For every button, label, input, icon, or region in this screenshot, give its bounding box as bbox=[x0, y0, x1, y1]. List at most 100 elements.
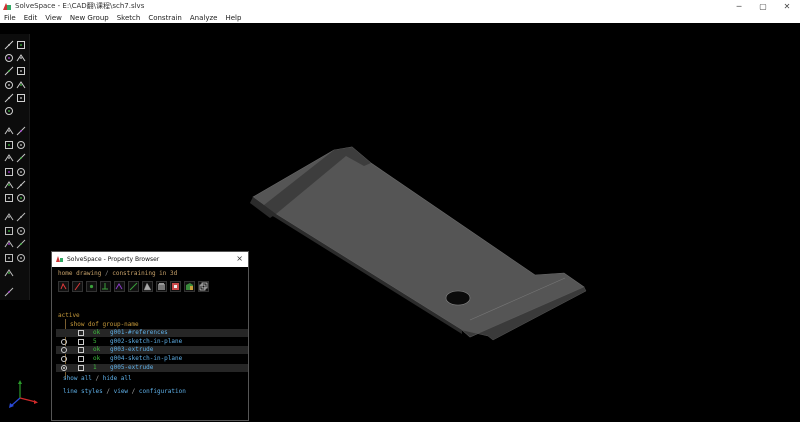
menu-file[interactable]: File bbox=[0, 14, 20, 22]
same-orientation-icon[interactable] bbox=[16, 180, 26, 190]
toggle-mesh-icon[interactable] bbox=[170, 281, 181, 292]
group-name-link[interactable]: g004-sketch-in-plane bbox=[110, 355, 182, 362]
property-browser-close-button[interactable]: × bbox=[236, 254, 243, 263]
toggle-normals-icon[interactable] bbox=[100, 281, 111, 292]
extrude-icon[interactable] bbox=[4, 212, 14, 222]
close-window-button[interactable]: ✕ bbox=[778, 0, 796, 12]
group-columns-header: show dof group-name bbox=[70, 321, 139, 328]
rectangle-icon[interactable] bbox=[16, 40, 26, 50]
group-row[interactable]: ok g003-extrude bbox=[56, 346, 248, 354]
group-dof: 5 bbox=[93, 338, 97, 345]
link-separator: / bbox=[102, 388, 114, 395]
active-group-radio[interactable] bbox=[61, 347, 67, 353]
active-group-radio[interactable] bbox=[61, 365, 67, 371]
group-name-link[interactable]: g002-sketch-in-plane bbox=[110, 338, 182, 345]
group-visibility-checkbox[interactable] bbox=[78, 347, 84, 353]
angle-icon[interactable] bbox=[16, 126, 26, 136]
menu-constrain[interactable]: Constrain bbox=[144, 14, 186, 22]
active-group-radio[interactable] bbox=[61, 356, 67, 362]
image-icon[interactable] bbox=[16, 66, 26, 76]
lathe-icon[interactable] bbox=[16, 212, 26, 222]
sketch-toolbar bbox=[0, 34, 30, 300]
group-visibility-checkbox[interactable] bbox=[78, 365, 84, 371]
property-browser-window: SolveSpace - Property Browser × home dra… bbox=[51, 251, 249, 421]
step-icon[interactable] bbox=[16, 239, 26, 249]
symmetric-icon[interactable] bbox=[16, 167, 26, 177]
group-visibility-checkbox[interactable] bbox=[78, 330, 84, 336]
toggle-constraints-icon[interactable] bbox=[58, 281, 69, 292]
toggle-faces-icon[interactable] bbox=[142, 281, 153, 292]
tangent-arc-icon[interactable] bbox=[4, 80, 14, 90]
group-dof: ok bbox=[93, 346, 101, 353]
settings-links: line styles / view / configuration bbox=[63, 388, 186, 395]
menu-sketch[interactable]: Sketch bbox=[113, 14, 145, 22]
group-row[interactable]: 5 g002-sketch-in-plane bbox=[56, 338, 248, 346]
toggle-edges-icon[interactable] bbox=[128, 281, 139, 292]
minimize-button[interactable]: ─ bbox=[730, 0, 748, 12]
helix-icon[interactable] bbox=[16, 226, 26, 236]
nav-row: home drawing / constraining in 3d bbox=[58, 270, 177, 277]
point-icon[interactable] bbox=[4, 93, 14, 103]
group-visibility-toolbar bbox=[58, 281, 220, 293]
active-group-radio[interactable] bbox=[61, 339, 67, 345]
group-name-link[interactable]: g001-#references bbox=[110, 329, 168, 336]
new-sketch-icon[interactable] bbox=[4, 287, 14, 297]
group-name-link[interactable]: g003-extrude bbox=[110, 346, 153, 353]
constraining-link[interactable]: constraining in 3d bbox=[112, 270, 177, 277]
hide-all-link[interactable]: hide all bbox=[103, 375, 132, 382]
circle-icon[interactable] bbox=[4, 53, 14, 63]
drawing-link[interactable]: drawing bbox=[76, 270, 101, 277]
equal-icon[interactable] bbox=[4, 180, 14, 190]
group-visibility-checkbox[interactable] bbox=[78, 356, 84, 362]
other-supplement-icon[interactable] bbox=[4, 193, 14, 203]
line-styles-link[interactable]: line styles bbox=[63, 388, 103, 395]
nearest-iso-icon[interactable] bbox=[16, 253, 26, 263]
toggle-outlines-icon[interactable] bbox=[184, 281, 195, 292]
toggle-shaded-icon[interactable] bbox=[156, 281, 167, 292]
maximize-button[interactable]: ▢ bbox=[754, 0, 772, 12]
link-separator: / bbox=[128, 388, 139, 395]
menu-analyze[interactable]: Analyze bbox=[186, 14, 222, 22]
link-icon[interactable] bbox=[4, 239, 14, 249]
toggle-hidden-lines-icon[interactable] bbox=[198, 281, 209, 292]
split-icon[interactable] bbox=[4, 106, 14, 116]
solvespace-app-icon bbox=[2, 2, 12, 11]
toggle-points-icon[interactable] bbox=[86, 281, 97, 292]
group-row[interactable]: ok g004-sketch-in-plane bbox=[56, 355, 248, 363]
show-all-link[interactable]: show all bbox=[63, 375, 92, 382]
parallel-icon[interactable] bbox=[4, 153, 14, 163]
menu-view[interactable]: View bbox=[41, 14, 66, 22]
vertical-icon[interactable] bbox=[16, 140, 26, 150]
configuration-link[interactable]: configuration bbox=[139, 388, 186, 395]
axis-gizmo bbox=[9, 380, 38, 408]
point-on-line-icon[interactable] bbox=[4, 167, 14, 177]
perpendicular-icon[interactable] bbox=[16, 153, 26, 163]
toggle-construction-icon[interactable] bbox=[114, 281, 125, 292]
reference-icon[interactable] bbox=[16, 193, 26, 203]
arc-icon[interactable] bbox=[16, 53, 26, 63]
menu-edit[interactable]: Edit bbox=[20, 14, 42, 22]
revolve-icon[interactable] bbox=[4, 226, 14, 236]
toggle-workplanes-icon[interactable] bbox=[72, 281, 83, 292]
group-row[interactable]: ok g001-#references bbox=[56, 329, 248, 337]
menu-bar: File Edit View New Group Sketch Constrai… bbox=[0, 12, 800, 23]
spline-icon[interactable] bbox=[16, 80, 26, 90]
show-hide-links: show all / hide all bbox=[63, 375, 132, 382]
nearest-ortho-icon[interactable] bbox=[4, 253, 14, 263]
property-browser-title-bar: SolveSpace - Property Browser × bbox=[52, 252, 248, 267]
nav-separator: / bbox=[101, 270, 113, 277]
workplane-icon[interactable] bbox=[16, 93, 26, 103]
group-dof: ok bbox=[93, 355, 101, 362]
group-visibility-checkbox[interactable] bbox=[78, 339, 84, 345]
zoom-fit-icon[interactable] bbox=[4, 268, 14, 278]
menu-help[interactable]: Help bbox=[221, 14, 245, 22]
view-link[interactable]: view bbox=[114, 388, 128, 395]
group-name-link[interactable]: g005-extrude bbox=[110, 364, 153, 371]
text-icon[interactable] bbox=[4, 66, 14, 76]
home-link[interactable]: home bbox=[58, 270, 72, 277]
horizontal-icon[interactable] bbox=[4, 140, 14, 150]
group-row[interactable]: 1 g005-extrude bbox=[56, 364, 248, 372]
line-icon[interactable] bbox=[4, 40, 14, 50]
menu-new-group[interactable]: New Group bbox=[66, 14, 113, 22]
distance-icon[interactable] bbox=[4, 126, 14, 136]
